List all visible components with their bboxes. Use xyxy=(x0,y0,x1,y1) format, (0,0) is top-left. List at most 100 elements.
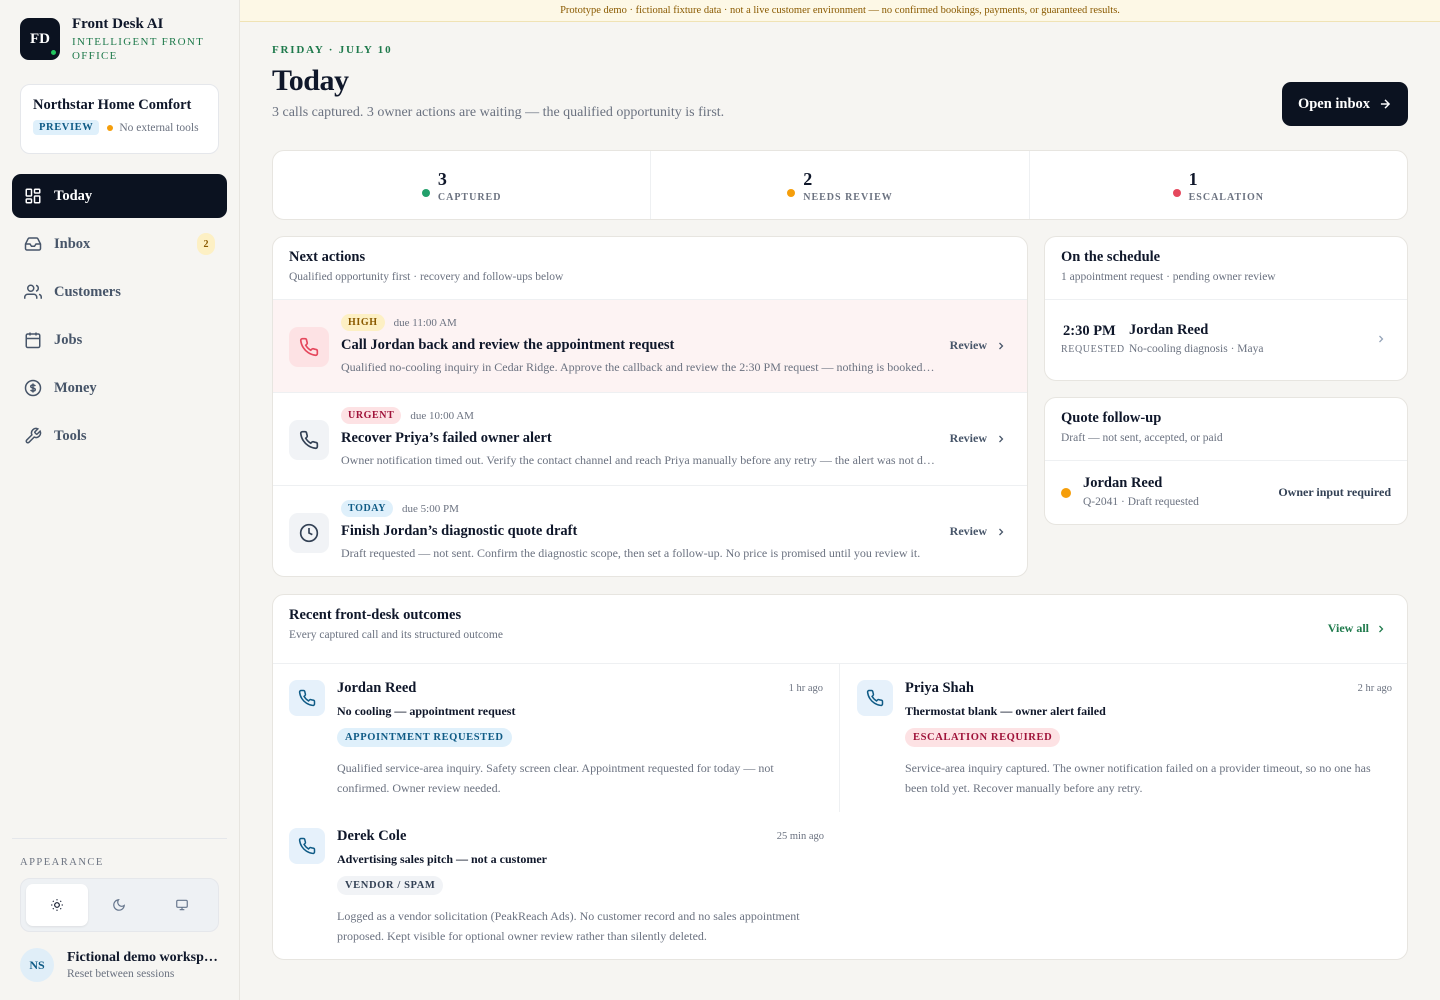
outcome-description: Service-area inquiry captured. The owner… xyxy=(905,761,1371,795)
nav-item-inbox[interactable]: Inbox 2 xyxy=(12,222,227,266)
wrench-icon xyxy=(25,427,42,444)
nav-item-money[interactable]: Money xyxy=(12,366,227,410)
due-time: due 5:00 PM xyxy=(402,502,459,515)
monitor-icon xyxy=(175,899,188,911)
brand-logo-text: FD xyxy=(30,30,50,47)
status-dot xyxy=(107,124,114,131)
user-profile[interactable]: NS Fictional demo workspace Reset betwee… xyxy=(20,948,219,982)
quote-customer: Jordan Reed xyxy=(1083,475,1163,491)
org-card[interactable]: Northstar Home Comfort PREVIEW No extern… xyxy=(20,84,219,154)
user-name: Fictional demo workspace xyxy=(67,950,219,965)
nav-label: Jobs xyxy=(54,331,83,348)
nav-label: Money xyxy=(54,379,97,396)
grid-icon xyxy=(25,188,41,204)
priority-badge: URGENT xyxy=(341,407,402,424)
call-summary: No cooling — appointment request xyxy=(337,704,516,718)
sidebar: FD Front Desk AI INTELLIGENT FRONT OFFIC… xyxy=(0,0,240,1000)
call-time: 25 min ago xyxy=(776,831,824,842)
nav-item-today[interactable]: Today xyxy=(12,174,227,218)
phone-icon xyxy=(298,689,316,707)
theme-dark-button[interactable] xyxy=(88,884,150,926)
nav-label: Today xyxy=(54,187,93,204)
stat-label: ESCALATION xyxy=(1188,191,1265,203)
chevron-right-icon xyxy=(999,435,1004,442)
due-time: due 10:00 AM xyxy=(410,409,474,422)
card-subtitle: 1 appointment request · pending owner re… xyxy=(1061,271,1276,283)
main-nav: Today Inbox 2 Customers Jobs Money Tools xyxy=(12,174,227,462)
appointment-detail: No-cooling diagnosis · Maya xyxy=(1129,343,1264,355)
due-time: due 11:00 AM xyxy=(393,316,457,329)
appointment-status: REQUESTED xyxy=(1061,344,1125,355)
action-description: Owner notification timed out. Verify the… xyxy=(341,453,935,467)
card-title: On the schedule xyxy=(1061,249,1161,265)
action-item[interactable]: TODAY due 5:00 PM Finish Jordan’s diagno… xyxy=(273,486,1027,576)
nav-item-jobs[interactable]: Jobs xyxy=(12,318,227,362)
arrow-right-icon xyxy=(1380,99,1391,109)
caller-name: Jordan Reed xyxy=(337,680,417,696)
stat-value: 1 xyxy=(1188,168,1198,189)
card-title: Next actions xyxy=(289,249,366,265)
stat-captured: 3 CAPTURED xyxy=(273,151,652,219)
stat-dot xyxy=(1172,188,1181,197)
quote-status-dot xyxy=(1061,488,1071,498)
call-time: 2 hr ago xyxy=(1357,683,1392,694)
call-summary: Advertising sales pitch — not a customer xyxy=(337,852,547,866)
theme-system-button[interactable] xyxy=(151,884,213,926)
sidebar-divider xyxy=(12,838,227,839)
stat-label: NEEDS REVIEW xyxy=(803,191,893,203)
outcome-item[interactable]: Jordan Reed 1 hr ago No cooling — appoin… xyxy=(273,664,840,812)
action-icon xyxy=(289,327,329,367)
card-subtitle: Every captured call and its structured o… xyxy=(289,629,503,641)
action-item[interactable]: HIGH due 11:00 AM Call Jordan back and r… xyxy=(273,300,1027,393)
outcome-badge: ESCALATION REQUIRED xyxy=(905,728,1061,747)
action-description: Draft requested — not sent. Confirm the … xyxy=(341,546,921,560)
chevron-right-icon xyxy=(1379,625,1384,632)
nav-item-customers[interactable]: Customers xyxy=(12,270,227,314)
outcome-item[interactable]: Priya Shah 2 hr ago Thermostat blank — o… xyxy=(841,664,1408,812)
stat-value: 2 xyxy=(803,168,813,189)
call-icon-box xyxy=(857,680,893,716)
open-inbox-button[interactable]: Open inbox xyxy=(1282,82,1408,126)
date-label: FRIDAY · JULY 10 xyxy=(272,44,393,56)
call-time: 1 hr ago xyxy=(788,683,823,694)
view-all-label: View all xyxy=(1327,621,1369,635)
user-subtitle: Reset between sessions xyxy=(67,968,175,980)
stat-dot xyxy=(787,188,796,197)
action-item[interactable]: URGENT due 10:00 AM Recover Priya’s fail… xyxy=(273,393,1027,486)
theme-light-button[interactable] xyxy=(26,884,89,926)
nav-label: Inbox xyxy=(54,235,91,252)
quote-item[interactable]: Jordan Reed Q-2041 · Draft requested Own… xyxy=(1045,461,1407,525)
nav-label: Customers xyxy=(54,283,121,300)
outcome-item[interactable]: Derek Cole 25 min ago Advertising sales … xyxy=(273,812,840,960)
stat-needs-review: 2 NEEDS REVIEW xyxy=(651,151,1030,219)
card-subtitle: Draft — not sent, accepted, or paid xyxy=(1061,432,1223,444)
demo-banner: Prototype demo · fictional fixture data … xyxy=(240,0,1440,22)
card-title: Recent front-desk outcomes xyxy=(289,607,462,623)
review-button[interactable]: Review xyxy=(950,524,1007,539)
action-description: Qualified no-cooling inquiry in Cedar Ri… xyxy=(341,360,935,374)
review-label: Review xyxy=(949,338,987,352)
schedule-item[interactable]: 2:30 PM REQUESTED Jordan Reed No-cooling… xyxy=(1045,300,1407,380)
action-icon xyxy=(289,513,329,553)
outcome-description: Logged as a vendor solicitation (PeakRea… xyxy=(337,909,800,943)
appearance-label: APPEARANCE xyxy=(20,857,104,868)
org-status: No external tools xyxy=(119,121,199,134)
chevron-right-icon xyxy=(999,528,1004,535)
theme-switch xyxy=(20,878,219,932)
inbox-icon xyxy=(24,237,42,251)
dollar-icon xyxy=(24,379,42,397)
nav-label: Tools xyxy=(54,427,87,444)
nav-item-tools[interactable]: Tools xyxy=(12,414,227,458)
action-title: Finish Jordan’s diagnostic quote draft xyxy=(341,523,578,539)
schedule-card: On the schedule 1 appointment request · … xyxy=(1044,236,1408,381)
review-button[interactable]: Review xyxy=(950,431,1007,446)
calendar-icon xyxy=(25,332,41,349)
view-all-link[interactable]: View all xyxy=(1328,621,1387,636)
stat-label: CAPTURED xyxy=(437,191,502,203)
brand: FD Front Desk AI INTELLIGENT FRONT OFFIC… xyxy=(20,16,222,63)
open-inbox-label: Open inbox xyxy=(1297,95,1371,112)
quote-status: Owner input required xyxy=(1278,485,1391,499)
org-name: Northstar Home Comfort xyxy=(33,97,192,113)
review-button[interactable]: Review xyxy=(950,338,1007,353)
next-actions-card: Next actions Qualified opportunity first… xyxy=(272,236,1028,577)
